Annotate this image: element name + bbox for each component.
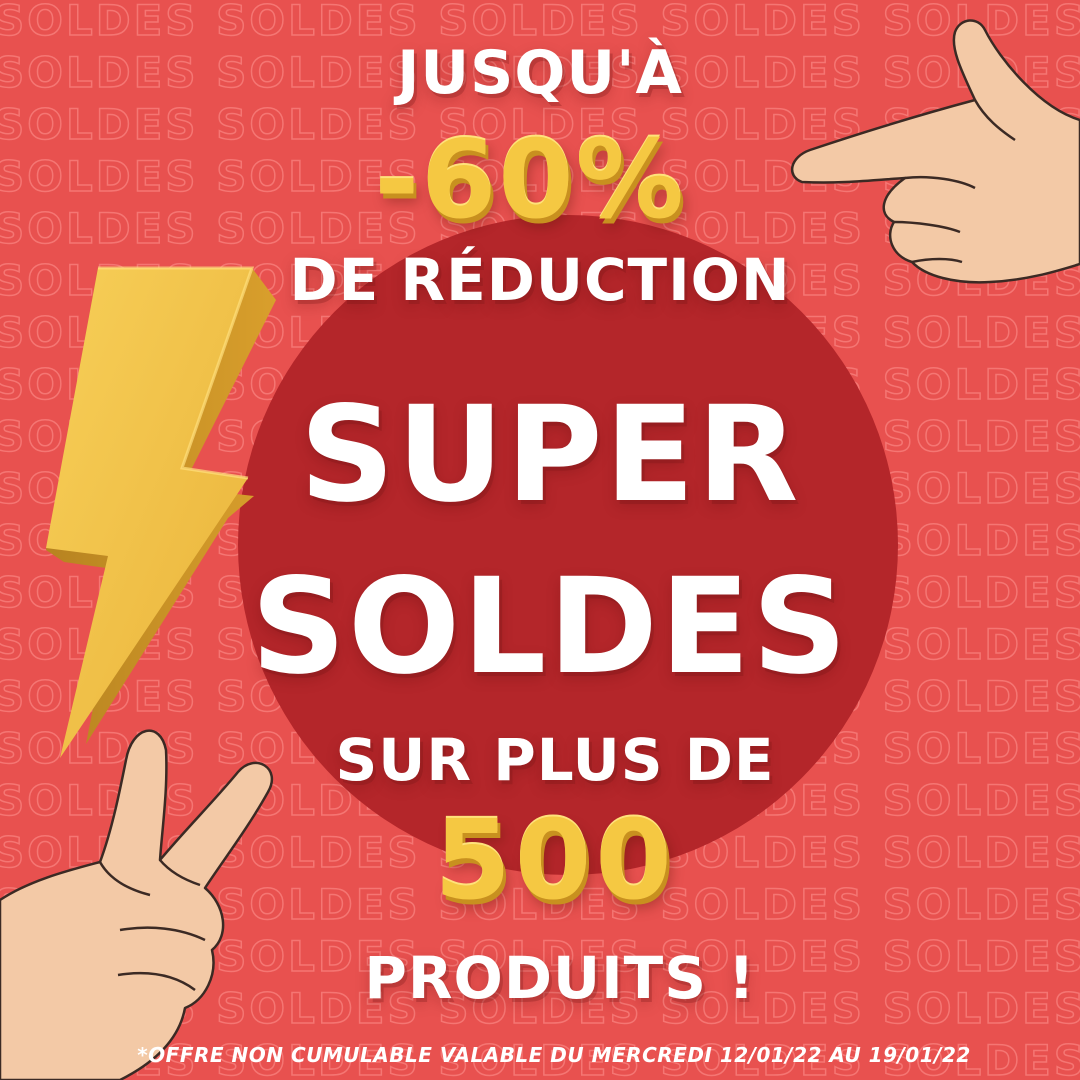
subline-product-count: 500 [434, 796, 676, 924]
title-super: SUPER [299, 378, 801, 532]
headline-jusqua: JUSQU'À [397, 38, 683, 108]
sale-poster: SOLDES SOLDES SOLDES SOLDES SOLDES SOLDE… [0, 0, 1080, 1080]
headline-discount: -60% [374, 118, 686, 243]
subline-produits: PRODUITS ! [364, 944, 756, 1012]
subline-sur-plus-de: SUR PLUS DE [335, 726, 775, 794]
title-soldes: SOLDES [250, 550, 850, 704]
headline-de-reduction: DE RÉDUCTION [289, 246, 791, 314]
offer-footnote: *OFFRE NON CUMULABLE VALABLE DU MERCREDI… [137, 1043, 971, 1067]
